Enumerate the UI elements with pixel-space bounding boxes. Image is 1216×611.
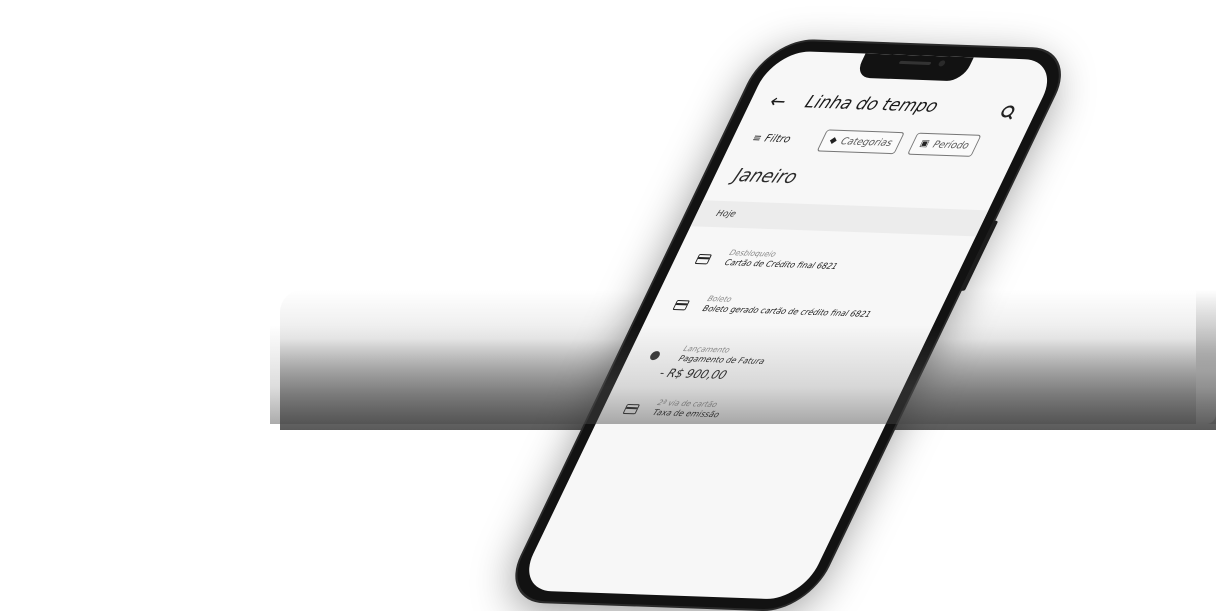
timeline-item[interactable]: 2ª via de cartão Taxa de emissão xyxy=(609,396,894,419)
item-description: Taxa de emissão xyxy=(651,407,722,420)
timeline-item[interactable]: Desbloqueio Cartão de Crédito final 6821 xyxy=(681,246,966,271)
filter-bar: ≡Filtro ◆ Categorias ▣ Período xyxy=(726,126,1024,162)
day-section-header: Hoje xyxy=(690,200,989,237)
timeline-item[interactable]: Lançamento Pagamento de Fatura - R$ 900,… xyxy=(635,342,920,382)
calendar-icon: ▣ xyxy=(917,138,932,150)
background-edge xyxy=(1196,290,1216,424)
item-category: Boleto xyxy=(705,294,734,304)
credit-card-icon xyxy=(694,253,713,265)
arrow-left-icon[interactable]: ← xyxy=(765,91,790,113)
item-description: Pagamento de Fatura xyxy=(676,353,767,366)
chip-label: Período xyxy=(930,138,972,152)
credit-card-icon xyxy=(672,299,690,311)
credit-card-icon xyxy=(622,403,641,415)
phone-notch xyxy=(854,53,974,82)
chip-periodo[interactable]: ▣ Período xyxy=(907,132,982,157)
item-category: Lançamento xyxy=(681,343,732,355)
app-bar: ← Linha do tempo xyxy=(742,88,1042,128)
circle-dot-icon xyxy=(648,350,662,361)
item-description: Boleto gerado cartão de crédito final 68… xyxy=(700,304,873,319)
filter-button[interactable]: ≡Filtro xyxy=(750,133,793,145)
chip-categorias[interactable]: ◆ Categorias xyxy=(816,129,905,155)
day-label: Hoje xyxy=(714,208,738,220)
item-category: Desbloqueio xyxy=(727,248,778,259)
front-camera xyxy=(937,60,947,67)
speaker-grille xyxy=(898,60,932,65)
timeline-item[interactable]: Boleto Boleto gerado cartão de crédito f… xyxy=(659,292,944,319)
month-heading: Janeiro xyxy=(729,164,802,189)
item-description: Cartão de Crédito final 6821 xyxy=(723,258,840,271)
filter-label: Filtro xyxy=(762,133,793,146)
page-title: Linha do tempo xyxy=(801,92,942,117)
chip-label: Categorias xyxy=(838,135,895,149)
tag-icon: ◆ xyxy=(827,135,839,146)
item-amount: - R$ 900,00 xyxy=(657,365,730,382)
search-icon[interactable] xyxy=(999,105,1017,118)
